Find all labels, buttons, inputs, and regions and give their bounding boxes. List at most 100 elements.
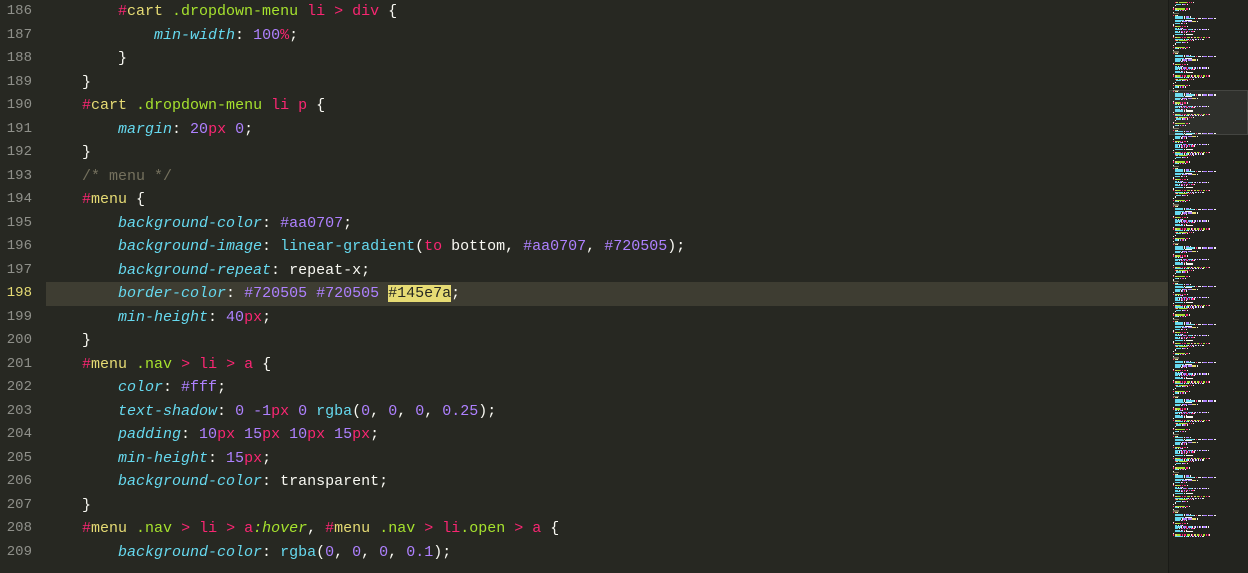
editor[interactable]: 1861871881891901911921931941951961971981…	[0, 0, 1168, 573]
code-line[interactable]: margin: 20px 0;	[46, 118, 1168, 142]
minimap[interactable]	[1168, 0, 1248, 573]
token: )	[478, 403, 487, 420]
token: :	[271, 262, 289, 279]
code-line[interactable]: #menu {	[46, 188, 1168, 212]
line-number[interactable]: 188	[0, 47, 32, 71]
code-line[interactable]: background-repeat: repeat-x;	[46, 259, 1168, 283]
token: :	[226, 285, 244, 302]
token: #	[82, 520, 91, 537]
code-line[interactable]: background-color: #aa0707;	[46, 212, 1168, 236]
token: :	[262, 215, 280, 232]
token: px	[307, 426, 334, 443]
token: ;	[343, 215, 352, 232]
code-line[interactable]: background-image: linear-gradient(to bot…	[46, 235, 1168, 259]
token: 0	[361, 403, 370, 420]
code-line[interactable]: color: #fff;	[46, 376, 1168, 400]
line-number[interactable]: 186	[0, 0, 32, 24]
line-number[interactable]: 202	[0, 376, 32, 400]
code-line[interactable]: #cart .dropdown-menu li > div {	[46, 0, 1168, 24]
token: :	[181, 426, 199, 443]
token: :	[262, 238, 280, 255]
token: li	[271, 97, 298, 114]
code-line[interactable]: #menu .nav > li > a:hover, #menu .nav > …	[46, 517, 1168, 541]
token: rgba	[316, 403, 352, 420]
code-line[interactable]: min-height: 15px;	[46, 447, 1168, 471]
code-line[interactable]: padding: 10px 15px 10px 15px;	[46, 423, 1168, 447]
line-number[interactable]: 206	[0, 470, 32, 494]
token: border-color	[118, 285, 226, 302]
token: #	[325, 520, 334, 537]
token: px	[217, 426, 244, 443]
token: }	[82, 144, 91, 161]
code-line[interactable]: #cart .dropdown-menu li p {	[46, 94, 1168, 118]
line-number[interactable]: 194	[0, 188, 32, 212]
line-number[interactable]: 191	[0, 118, 32, 142]
token: 10	[289, 426, 307, 443]
line-number[interactable]: 208	[0, 517, 32, 541]
token: a	[244, 520, 253, 537]
token: }	[82, 332, 91, 349]
token: .dropdown-menu	[136, 97, 271, 114]
token: rgba	[280, 544, 316, 561]
code-line[interactable]: }	[46, 494, 1168, 518]
token: >	[424, 520, 442, 537]
token: div	[352, 3, 388, 20]
line-number[interactable]: 196	[0, 235, 32, 259]
token: background-color	[118, 544, 262, 561]
minimap-viewport[interactable]	[1169, 90, 1248, 135]
code-line[interactable]: border-color: #720505 #720505 #145e7a;	[46, 282, 1168, 306]
line-number[interactable]: 189	[0, 71, 32, 95]
code-line[interactable]: /* menu */	[46, 165, 1168, 189]
token: {	[136, 191, 145, 208]
line-number[interactable]: 187	[0, 24, 32, 48]
token: #720505	[604, 238, 667, 255]
code-line[interactable]: min-height: 40px;	[46, 306, 1168, 330]
line-number[interactable]: 207	[0, 494, 32, 518]
line-number[interactable]: 203	[0, 400, 32, 424]
token: ;	[262, 309, 271, 326]
line-number[interactable]: 192	[0, 141, 32, 165]
token: 15	[226, 450, 244, 467]
token: :	[262, 473, 280, 490]
token: menu	[91, 356, 136, 373]
token: li	[199, 520, 226, 537]
token: .open	[460, 520, 514, 537]
code-line[interactable]: text-shadow: 0 -1px 0 rgba(0, 0, 0, 0.25…	[46, 400, 1168, 424]
line-number[interactable]: 204	[0, 423, 32, 447]
code-line[interactable]: background-color: transparent;	[46, 470, 1168, 494]
token: .nav	[136, 356, 181, 373]
code-area[interactable]: #cart .dropdown-menu li > div { min-widt…	[40, 0, 1168, 573]
line-number[interactable]: 198	[0, 282, 32, 306]
line-number[interactable]: 200	[0, 329, 32, 353]
token: {	[388, 3, 397, 20]
token: 0.1	[406, 544, 433, 561]
token: ;	[379, 473, 388, 490]
code-line[interactable]: min-width: 100%;	[46, 24, 1168, 48]
code-line[interactable]: #menu .nav > li > a {	[46, 353, 1168, 377]
code-line[interactable]: }	[46, 141, 1168, 165]
token: 0	[235, 403, 253, 420]
token: min-height	[118, 309, 208, 326]
code-line[interactable]: background-color: rgba(0, 0, 0, 0.1);	[46, 541, 1168, 565]
token: ;	[451, 285, 460, 302]
token: min-height	[118, 450, 208, 467]
line-number-gutter[interactable]: 1861871881891901911921931941951961971981…	[0, 0, 40, 573]
line-number[interactable]: 199	[0, 306, 32, 330]
line-number[interactable]: 197	[0, 259, 32, 283]
line-number[interactable]: 193	[0, 165, 32, 189]
token: {	[262, 356, 271, 373]
line-number[interactable]: 190	[0, 94, 32, 118]
token: px	[262, 426, 289, 443]
line-number[interactable]: 205	[0, 447, 32, 471]
token: ,	[505, 238, 523, 255]
code-line[interactable]: }	[46, 329, 1168, 353]
token: :	[208, 309, 226, 326]
token: ;	[442, 544, 451, 561]
token: li	[442, 520, 460, 537]
token: ;	[361, 262, 370, 279]
line-number[interactable]: 201	[0, 353, 32, 377]
code-line[interactable]: }	[46, 71, 1168, 95]
line-number[interactable]: 209	[0, 541, 32, 565]
line-number[interactable]: 195	[0, 212, 32, 236]
code-line[interactable]: }	[46, 47, 1168, 71]
